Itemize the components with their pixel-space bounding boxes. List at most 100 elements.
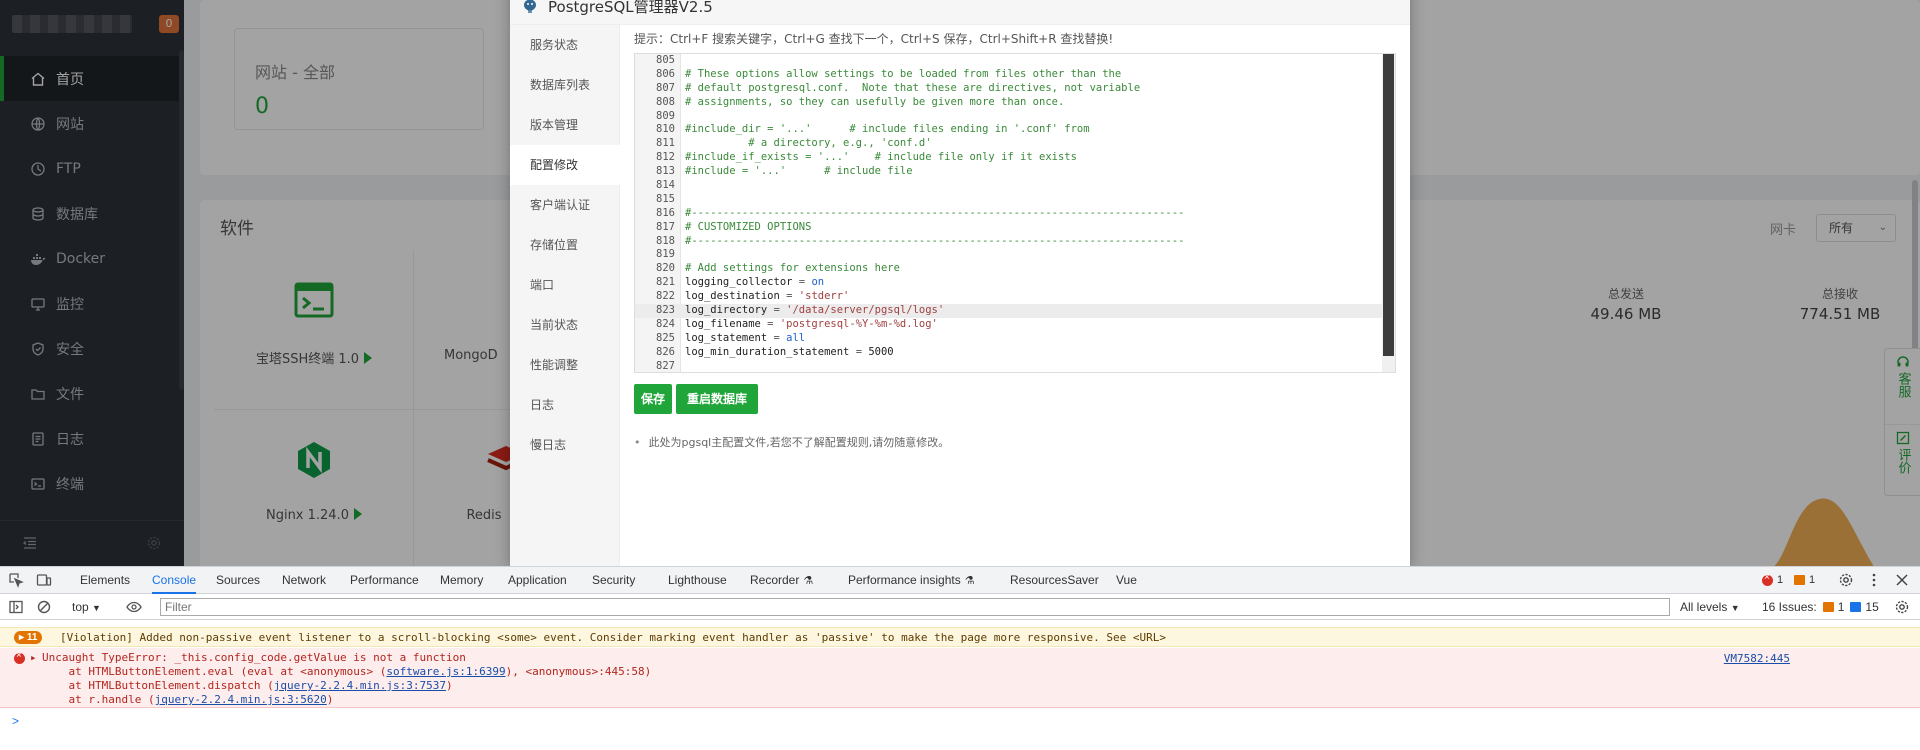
- tab-label: Performance: [350, 573, 419, 587]
- dialog-menu-item[interactable]: 性能调整: [510, 345, 619, 385]
- line-number: 820: [656, 262, 675, 275]
- code-line[interactable]: 824 log_filename = 'postgresql-%Y-%m-%d.l…: [635, 318, 1383, 332]
- sidebar-toggle-icon[interactable]: [8, 599, 24, 615]
- line-number: 821: [656, 276, 675, 289]
- tab-label: Sources: [216, 573, 261, 587]
- clear-console-icon[interactable]: [36, 599, 52, 615]
- code-line[interactable]: 805: [635, 54, 1383, 68]
- code-line[interactable]: 806 # These options allow settings to be …: [635, 68, 1383, 82]
- issues-label: 16 Issues:: [1762, 600, 1817, 614]
- console-warning-message[interactable]: ▸ 11 [Violation] Added non-passive event…: [0, 627, 1920, 647]
- console-error-message[interactable]: ▸ Uncaught TypeError: _this.config_code.…: [0, 648, 1920, 708]
- devtools-tab-elements[interactable]: Elements: [80, 567, 130, 594]
- line-number: 817: [656, 220, 675, 233]
- editor-scrollbar-track[interactable]: [1382, 54, 1395, 372]
- devtools-tab-network[interactable]: Network: [282, 567, 326, 594]
- devtools-tab-performance-insights[interactable]: Performance insights ⚗: [848, 567, 975, 594]
- devtools-tab-lighthouse[interactable]: Lighthouse: [668, 567, 727, 594]
- tab-label: Application: [508, 573, 567, 587]
- code-line[interactable]: 810 #include_dir = '...' # include files …: [635, 123, 1383, 137]
- line-number: 823: [656, 304, 675, 317]
- code-line[interactable]: 823 log_directory = '/data/server/pgsql/l…: [635, 304, 1383, 318]
- code-line[interactable]: 813 #include = '...' # include file: [635, 165, 1383, 179]
- save-button[interactable]: 保存: [634, 384, 672, 414]
- error-stack-line-2: at HTMLButtonElement.eval (eval at <anon…: [42, 665, 652, 678]
- line-code: # a directory, e.g., 'conf.d': [685, 137, 932, 150]
- devtools-tab-resourcessaver[interactable]: ResourcesSaver: [1010, 567, 1099, 594]
- dialog-menu-item[interactable]: 配置修改: [510, 145, 620, 185]
- tab-label: Console: [152, 573, 197, 587]
- close-icon[interactable]: [1894, 572, 1910, 588]
- code-line[interactable]: 826 log_min_duration_statement = 5000: [635, 346, 1383, 360]
- code-line[interactable]: 812 #include_if_exists = '...' # include …: [635, 151, 1383, 165]
- code-line[interactable]: 815: [635, 193, 1383, 207]
- inspect-element-icon[interactable]: [8, 572, 24, 588]
- repeat-count-badge: ▸ 11: [14, 631, 43, 644]
- dialog-menu-item[interactable]: 当前状态: [510, 305, 619, 345]
- issues-counter[interactable]: 16 Issues: 1 15: [1762, 600, 1879, 614]
- log-levels-select[interactable]: All levels ▼: [1680, 600, 1740, 614]
- dialog-menu-item[interactable]: 数据库列表: [510, 65, 619, 105]
- console-error-count[interactable]: 1: [1762, 572, 1783, 586]
- console-warning-count[interactable]: 1: [1794, 574, 1815, 586]
- devtools-tab-security[interactable]: Security: [592, 567, 635, 594]
- code-line[interactable]: 825 log_statement = all: [635, 332, 1383, 346]
- tab-label: Lighthouse: [668, 573, 727, 587]
- devtools-tab-sources[interactable]: Sources: [216, 567, 260, 594]
- console-prompt-icon[interactable]: >: [12, 714, 19, 728]
- devtools-tab-application[interactable]: Application: [508, 567, 567, 594]
- restart-database-button[interactable]: 重启数据库: [676, 384, 758, 414]
- code-line[interactable]: 820 # Add settings for extensions here: [635, 262, 1383, 276]
- stack-link[interactable]: jquery-2.2.4.min.js:3:5620: [155, 693, 327, 706]
- more-options-icon[interactable]: [1866, 572, 1882, 588]
- code-line[interactable]: 809: [635, 110, 1383, 124]
- stack-link[interactable]: software.js:1:6399: [386, 665, 505, 678]
- devtools-tab-performance[interactable]: Performance: [350, 567, 419, 594]
- expand-arrow-icon[interactable]: ▸: [30, 651, 37, 664]
- error-stack-line-4: at r.handle (jquery-2.2.4.min.js:3:5620): [42, 693, 334, 706]
- shortcut-hint: 提示：Ctrl+F 搜索关键字，Ctrl+G 查找下一个，Ctrl+S 保存，C…: [634, 32, 1114, 46]
- code-line[interactable]: 811 # a directory, e.g., 'conf.d': [635, 137, 1383, 151]
- code-line[interactable]: 822 log_destination = 'stderr': [635, 290, 1383, 304]
- experimental-flask-icon: ⚗: [803, 575, 814, 587]
- stack-link[interactable]: jquery-2.2.4.min.js:3:7537: [274, 679, 446, 692]
- dialog-menu-item[interactable]: 日志: [510, 385, 619, 425]
- gear-icon[interactable]: [1838, 572, 1854, 588]
- dialog-menu-item[interactable]: 客户端认证: [510, 185, 619, 225]
- line-number: 827: [656, 359, 675, 372]
- code-line[interactable]: 821 logging_collector = on: [635, 276, 1383, 290]
- line-number: 811: [656, 137, 675, 150]
- context-selector[interactable]: top ▼: [72, 600, 101, 614]
- devtools-tab-recorder[interactable]: Recorder ⚗: [750, 567, 813, 594]
- code-line[interactable]: 817 # CUSTOMIZED OPTIONS: [635, 221, 1383, 235]
- dialog-menu-item[interactable]: 慢日志: [510, 425, 619, 465]
- devtools-tab-console[interactable]: Console: [152, 567, 197, 594]
- code-line[interactable]: 818 #------------------------------------…: [635, 235, 1383, 249]
- console-settings-gear-icon[interactable]: [1894, 599, 1910, 615]
- device-toolbar-icon[interactable]: [36, 572, 52, 588]
- error-source-link[interactable]: VM7582:445: [1724, 652, 1790, 665]
- tab-label: Performance insights: [848, 573, 961, 587]
- code-line[interactable]: 808 # assignments, so they can usefully b…: [635, 96, 1383, 110]
- code-line[interactable]: 827: [635, 359, 1383, 372]
- postgresql-icon: [522, 0, 538, 14]
- code-line[interactable]: 807 # default postgresql.conf. Note that …: [635, 82, 1383, 96]
- code-line[interactable]: 814: [635, 179, 1383, 193]
- editor-scrollbar-thumb[interactable]: [1383, 54, 1394, 356]
- dialog-menu-item[interactable]: 端口: [510, 265, 619, 305]
- context-value: top: [72, 600, 89, 614]
- console-filter-input[interactable]: [160, 598, 1670, 616]
- line-number: 818: [656, 234, 675, 247]
- console-toolbar: top ▼ All levels ▼ 16 Issues: 1 15: [0, 594, 1920, 620]
- code-line[interactable]: 816 #------------------------------------…: [635, 207, 1383, 221]
- devtools-tab-memory[interactable]: Memory: [440, 567, 483, 594]
- dialog-menu-item[interactable]: 存储位置: [510, 225, 619, 265]
- eye-icon[interactable]: [126, 599, 142, 615]
- devtools-tab-vue[interactable]: Vue: [1116, 567, 1137, 594]
- dialog-menu-item[interactable]: 服务状态: [510, 25, 619, 65]
- dialog-menu-item[interactable]: 版本管理: [510, 105, 619, 145]
- code-line[interactable]: 819: [635, 248, 1383, 262]
- line-number: 810: [656, 123, 675, 136]
- error-line-1: Uncaught TypeError: _this.config_code.ge…: [42, 651, 466, 664]
- config-code-editor[interactable]: 805 806 # These options allow settings to …: [634, 53, 1396, 373]
